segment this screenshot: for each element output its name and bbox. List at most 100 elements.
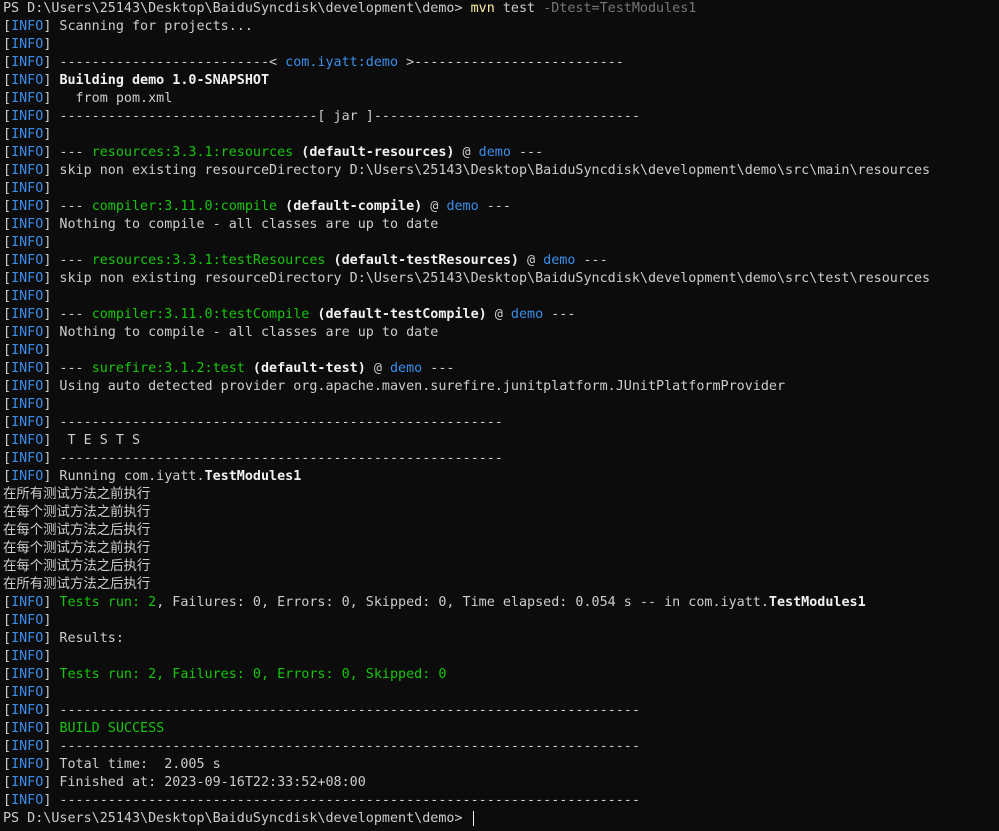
line-text: ] Nothing to compile - all classes are u…	[43, 217, 439, 232]
line-text: ] --------------------------------------…	[43, 415, 503, 430]
line-text: [	[3, 145, 12, 160]
line-text: ] --------------------------------------…	[43, 793, 640, 808]
info-tag: INFO	[11, 379, 44, 394]
line-text: [	[3, 253, 12, 268]
info-tag: INFO	[11, 397, 44, 412]
terminal-window[interactable]: PS D:\Users\25143\Desktop\BaiduSyncdisk\…	[0, 0, 999, 831]
terminal-output: PS D:\Users\25143\Desktop\BaiduSyncdisk\…	[3, 0, 930, 828]
output-line: 在每个测试方法之前执行	[3, 504, 930, 522]
bold-text: (default-resources)	[293, 145, 455, 160]
highlight-text: Tests run: 2	[59, 595, 157, 610]
info-tag: INFO	[11, 37, 44, 52]
line-text: [	[3, 289, 12, 304]
info-tag: INFO	[11, 343, 44, 358]
line-text: @	[365, 361, 390, 376]
text-cursor[interactable]	[472, 810, 474, 826]
info-tag: INFO	[11, 325, 44, 340]
highlight-text: Tests run: 2, Failures: 0, Errors: 0, Sk…	[59, 667, 447, 682]
line-text: ]	[43, 595, 60, 610]
info-tag: INFO	[11, 91, 44, 106]
line-text: @	[454, 145, 479, 160]
line-text: ] --------------------------------------…	[43, 739, 640, 754]
line-text: [	[3, 163, 12, 178]
line-text: ] skip non existing resourceDirectory D:…	[43, 271, 931, 286]
prompt-line: PS D:\Users\25143\Desktop\BaiduSyncdisk\…	[3, 0, 930, 18]
info-tag: INFO	[11, 127, 44, 142]
info-tag: INFO	[11, 145, 44, 160]
info-tag: INFO	[11, 793, 44, 808]
line-text: ]	[43, 397, 52, 412]
bold-text: (default-test)	[244, 361, 366, 376]
line-text: ] --------------------------------------…	[43, 703, 640, 718]
line-text: [	[3, 199, 12, 214]
line-text: @	[422, 199, 447, 214]
output-line: [INFO] Results:	[3, 630, 930, 648]
line-text: [	[3, 127, 12, 142]
output-line: [INFO] --------------------------------[…	[3, 108, 930, 126]
info-tag: INFO	[11, 721, 44, 736]
line-text: ---	[575, 253, 608, 268]
info-tag: INFO	[11, 631, 44, 646]
info-tag: INFO	[11, 703, 44, 718]
line-text: [	[3, 685, 12, 700]
line-text: PS D:\Users\25143\Desktop\BaiduSyncdisk\…	[3, 1, 471, 16]
output-line: [INFO] --- compiler:3.11.0:compile (defa…	[3, 198, 930, 216]
line-text: [	[3, 73, 12, 88]
line-text: ]	[43, 289, 52, 304]
output-line: [INFO]	[3, 288, 930, 306]
line-text: 在每个测试方法之前执行	[3, 505, 151, 520]
output-line: [INFO]	[3, 180, 930, 198]
line-text: [	[3, 739, 12, 754]
output-line: [INFO] BUILD SUCCESS	[3, 720, 930, 738]
line-text: PS D:\Users\25143\Desktop\BaiduSyncdisk\…	[3, 811, 471, 826]
output-line: [INFO] Finished at: 2023-09-16T22:33:52+…	[3, 774, 930, 792]
output-line: [INFO] Building demo 1.0-SNAPSHOT	[3, 72, 930, 90]
info-tag: INFO	[11, 73, 44, 88]
output-line: [INFO]	[3, 126, 930, 144]
output-line: [INFO] from pom.xml	[3, 90, 930, 108]
line-text: [	[3, 271, 12, 286]
line-text: ] Total time: 2.005 s	[43, 757, 221, 772]
output-line: [INFO] ---------------------------------…	[3, 792, 930, 810]
output-line: [INFO] Scanning for projects...	[3, 18, 930, 36]
output-line: 在每个测试方法之后执行	[3, 558, 930, 576]
output-line: [INFO]	[3, 612, 930, 630]
line-text: ] Running com.iyatt.	[43, 469, 205, 484]
output-line: [INFO]	[3, 342, 930, 360]
output-line: [INFO] Nothing to compile - all classes …	[3, 324, 930, 342]
output-line: [INFO] Nothing to compile - all classes …	[3, 216, 930, 234]
line-text: ]	[43, 181, 52, 196]
output-line: [INFO] Tests run: 2, Failures: 0, Errors…	[3, 666, 930, 684]
info-tag: INFO	[11, 55, 44, 70]
project-name: com.iyatt:demo	[285, 55, 399, 70]
project-name: demo	[510, 307, 544, 322]
output-line: [INFO]	[3, 396, 930, 414]
output-line: 在每个测试方法之前执行	[3, 540, 930, 558]
line-text: [	[3, 415, 12, 430]
info-tag: INFO	[11, 451, 44, 466]
line-text: @	[518, 253, 544, 268]
output-line: [INFO] --- compiler:3.11.0:testCompile (…	[3, 306, 930, 324]
bold-text: (default-compile)	[277, 199, 423, 214]
output-line: [INFO] ---------------------------------…	[3, 738, 930, 756]
line-text: [	[3, 19, 12, 34]
info-tag: INFO	[11, 433, 44, 448]
highlight-text: compiler:3.11.0:compile	[91, 199, 278, 214]
info-tag: INFO	[11, 235, 44, 250]
info-tag: INFO	[11, 19, 44, 34]
line-text: [	[3, 325, 12, 340]
line-text: ] ---	[43, 145, 92, 160]
line-text: ] --------------------------<	[43, 55, 286, 70]
info-tag: INFO	[11, 361, 44, 376]
line-text: 在每个测试方法之后执行	[3, 523, 151, 538]
project-name: demo	[543, 253, 576, 268]
line-text: ] Nothing to compile - all classes are u…	[43, 325, 439, 340]
project-name: demo	[446, 199, 479, 214]
info-tag: INFO	[11, 181, 44, 196]
line-text: ] ---	[43, 253, 92, 268]
line-text: [	[3, 649, 12, 664]
line-text: ]	[43, 667, 60, 682]
line-text: ] ---	[43, 199, 92, 214]
output-line: [INFO] --- surefire:3.1.2:test (default-…	[3, 360, 930, 378]
line-text: 在每个测试方法之后执行	[3, 559, 151, 574]
